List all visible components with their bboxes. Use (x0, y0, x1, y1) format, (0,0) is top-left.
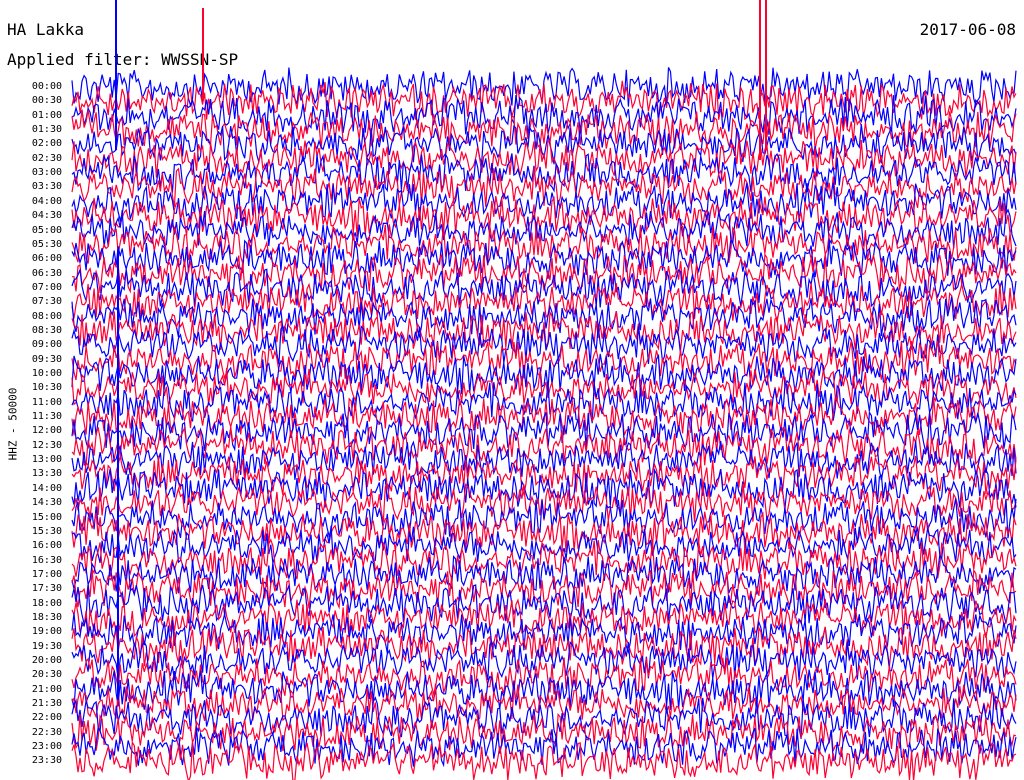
trace-line (71, 95, 1017, 136)
seismogram-plot (71, 0, 1017, 780)
trace-line (71, 410, 1017, 454)
